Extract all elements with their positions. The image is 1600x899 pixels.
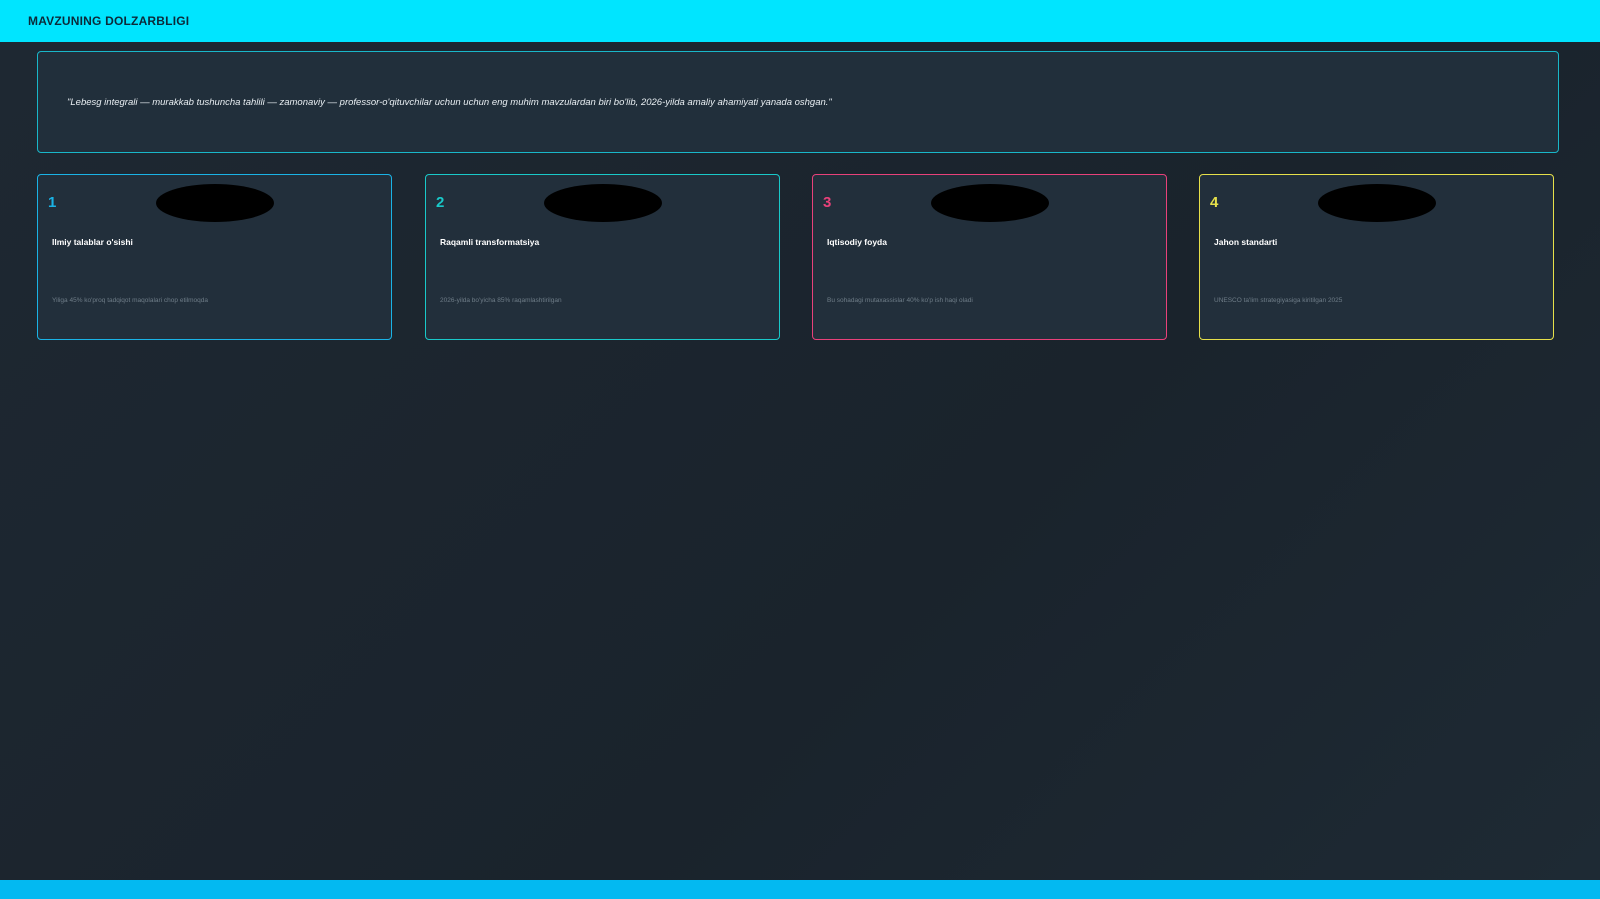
card-number: 3 [823,194,832,211]
redacted-image [1318,184,1436,222]
card-4: 4 Jahon standarti UNESCO ta'lim strategi… [1199,174,1554,340]
footer-bar [0,880,1600,899]
quote-box: "Lebesg integrali — murakkab tushuncha t… [37,51,1559,153]
card-title: Jahon standarti [1214,237,1278,247]
card-title: Ilmiy talablar o'sishi [52,237,133,247]
card-title: Iqtisodiy foyda [827,237,887,247]
header-bar: MAVZUNING DOLZARBLIGI [0,0,1600,42]
card-title: Raqamli transformatsiya [440,237,540,247]
card-description: 2026-yilda bo'yicha 85% raqamlashtirilga… [440,297,562,304]
card-1: 1 Ilmiy talablar o'sishi Yiliga 45% ko'p… [37,174,392,340]
card-description: UNESCO ta'lim strategiyasiga kiritilgan … [1214,297,1343,304]
card-number: 4 [1210,194,1219,211]
card-description: Bu sohadagi mutaxassislar 40% ko'p ish h… [827,297,973,304]
card-3: 3 Iqtisodiy foyda Bu sohadagi mutaxassis… [812,174,1167,340]
redacted-image [544,184,662,222]
page-title: MAVZUNING DOLZARBLIGI [28,14,190,28]
redacted-image [156,184,274,222]
quote-text: "Lebesg integrali — murakkab tushuncha t… [67,96,832,108]
cards-row: 1 Ilmiy talablar o'sishi Yiliga 45% ko'p… [37,174,1557,340]
card-description: Yiliga 45% ko'proq tadqiqot maqolalari c… [52,297,209,304]
card-number: 1 [48,194,57,211]
slide: MAVZUNING DOLZARBLIGI "Lebesg integrali … [0,0,1600,899]
redacted-image [931,184,1049,222]
card-number: 2 [436,194,445,211]
card-2: 2 Raqamli transformatsiya 2026-yilda bo'… [425,174,780,340]
